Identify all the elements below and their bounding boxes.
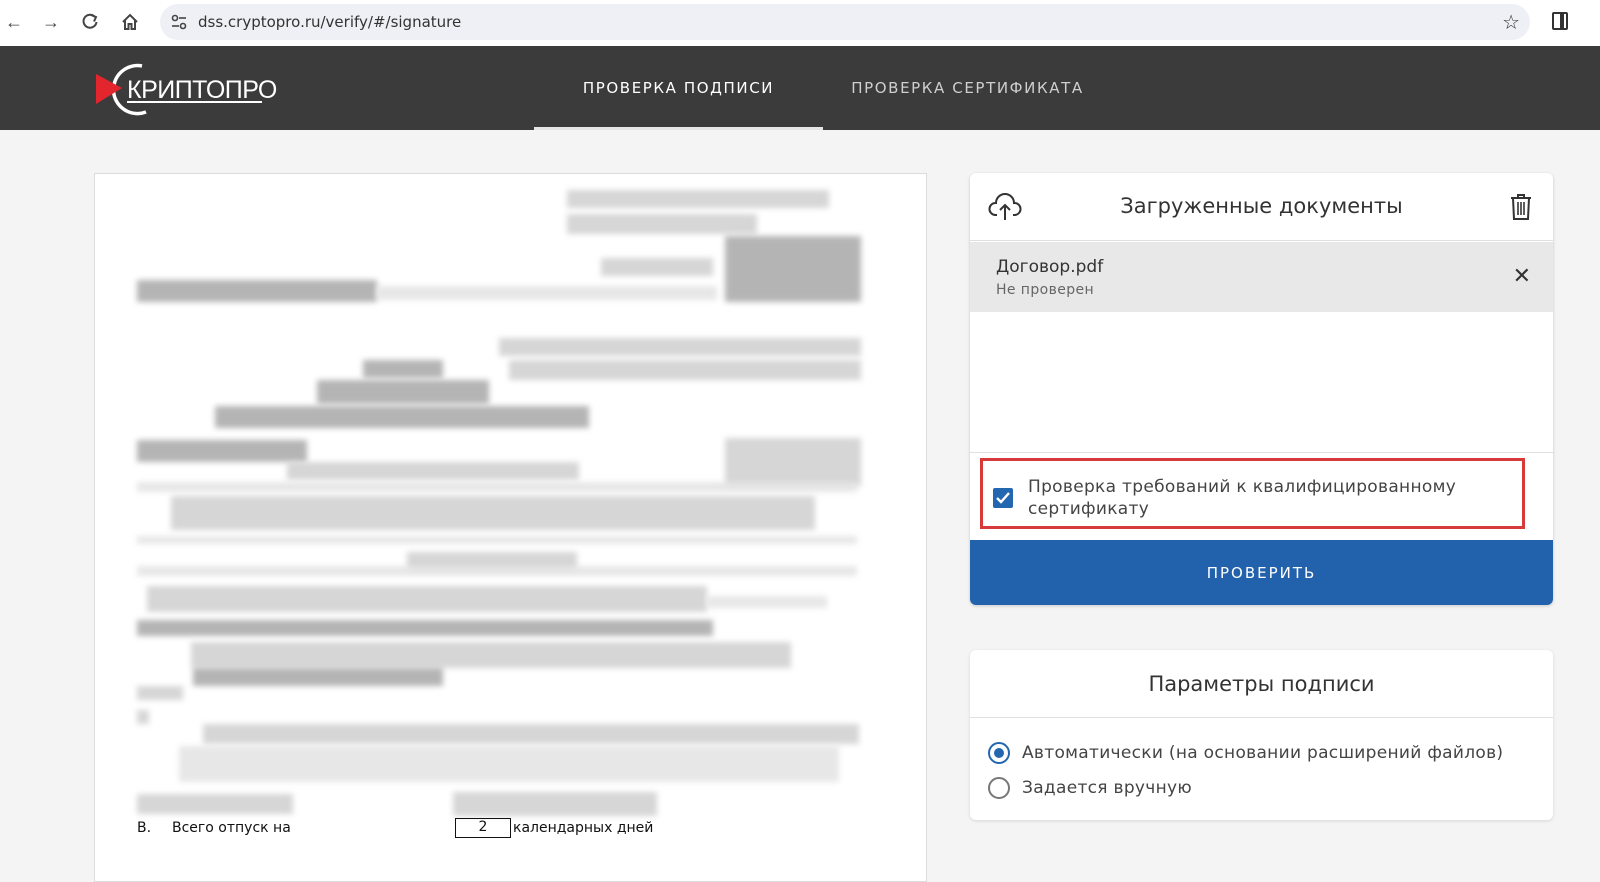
side-panel-icon[interactable] <box>1552 12 1568 30</box>
blurred-text <box>147 586 707 612</box>
blurred-text <box>377 286 717 300</box>
footer-prefix: В. <box>137 820 152 836</box>
radio-option-manual[interactable]: Задается вручную <box>988 776 1192 800</box>
radio-label-auto: Автоматически (на основании расширений ф… <box>1022 743 1504 763</box>
blurred-text <box>707 596 827 608</box>
logo-text: КРИПТОПРО <box>127 76 277 104</box>
verify-button[interactable]: ПРОВЕРИТЬ <box>970 540 1553 605</box>
blurred-text <box>509 360 861 380</box>
footer-suffix: календарных дней <box>513 820 654 836</box>
qualified-cert-check-highlight: Проверка требований к квалифицированному… <box>980 458 1525 529</box>
blurred-text <box>363 360 443 378</box>
bookmark-star-icon[interactable]: ☆ <box>1502 10 1520 35</box>
divider <box>970 452 1553 453</box>
blurred-text <box>193 668 443 686</box>
forward-icon[interactable]: → <box>37 8 65 36</box>
tab-signature-check[interactable]: ПРОВЕРКА ПОДПИСИ <box>534 46 823 130</box>
app-header: КРИПТОПРО ПРОВЕРКА ПОДПИСИ ПРОВЕРКА СЕРТ… <box>0 46 1600 130</box>
blurred-text <box>137 566 857 576</box>
file-item[interactable]: Договор.pdf Не проверен ✕ <box>970 242 1553 312</box>
blurred-text <box>137 620 713 636</box>
blurred-text <box>203 724 859 744</box>
file-status: Не проверен <box>996 282 1095 298</box>
footer-value-box: 2 <box>455 818 511 838</box>
blurred-text <box>725 438 861 486</box>
back-icon[interactable]: ← <box>0 8 28 36</box>
qualified-cert-checkbox[interactable] <box>993 488 1013 508</box>
blurred-text <box>137 710 149 724</box>
blurred-text <box>137 280 377 302</box>
radio-option-auto[interactable]: Автоматически (на основании расширений ф… <box>988 741 1503 765</box>
qualified-cert-label[interactable]: Проверка требований к квалифицированному… <box>1028 476 1508 520</box>
home-icon[interactable] <box>116 8 144 36</box>
blurred-text <box>171 496 815 530</box>
blurred-text <box>137 440 307 462</box>
blurred-text <box>137 794 293 814</box>
signature-params-card: Параметры подписи Автоматически (на осно… <box>970 650 1553 820</box>
cryptopro-logo[interactable]: КРИПТОПРО <box>96 60 277 118</box>
address-bar[interactable]: dss.cryptopro.ru/verify/#/signature ☆ <box>160 4 1530 40</box>
uploaded-documents-header: Загруженные документы <box>970 173 1553 241</box>
signature-params-title: Параметры подписи <box>1148 672 1375 696</box>
blurred-text <box>567 214 757 234</box>
divider <box>970 717 1553 718</box>
blurred-text <box>725 236 861 302</box>
reload-icon[interactable] <box>76 8 104 36</box>
radio-button-checked[interactable] <box>988 742 1010 764</box>
radio-label-manual: Задается вручную <box>1022 778 1193 798</box>
blurred-text <box>137 482 857 492</box>
browser-toolbar: ← → dss.cryptopro.ru/verify/#/signature … <box>0 0 1600 46</box>
trash-icon[interactable] <box>1509 193 1533 221</box>
uploaded-documents-card: Загруженные документы Договор.pdf Не про… <box>970 173 1553 605</box>
blurred-text <box>287 462 579 480</box>
file-name: Договор.pdf <box>996 257 1104 277</box>
document-preview: В. Всего отпуск на 2 календарных дней <box>94 173 927 882</box>
tab-certificate-check[interactable]: ПРОВЕРКА СЕРТИФИКАТА <box>830 46 1105 130</box>
blurred-text <box>317 380 489 404</box>
url-text[interactable]: dss.cryptopro.ru/verify/#/signature <box>198 13 461 31</box>
site-settings-icon[interactable] <box>170 13 188 31</box>
blurred-text <box>453 792 657 816</box>
footer-text: Всего отпуск на <box>172 820 291 836</box>
blurred-text <box>499 338 861 356</box>
radio-button-unchecked[interactable] <box>988 777 1010 799</box>
blurred-text <box>567 190 829 208</box>
blurred-text <box>601 258 713 276</box>
uploaded-documents-title: Загруженные документы <box>1120 194 1403 218</box>
blurred-text <box>215 406 589 428</box>
blurred-text <box>179 746 839 782</box>
close-icon[interactable]: ✕ <box>1513 265 1531 287</box>
blurred-text <box>137 536 857 544</box>
blurred-text <box>137 686 183 700</box>
blurred-text <box>191 642 791 668</box>
